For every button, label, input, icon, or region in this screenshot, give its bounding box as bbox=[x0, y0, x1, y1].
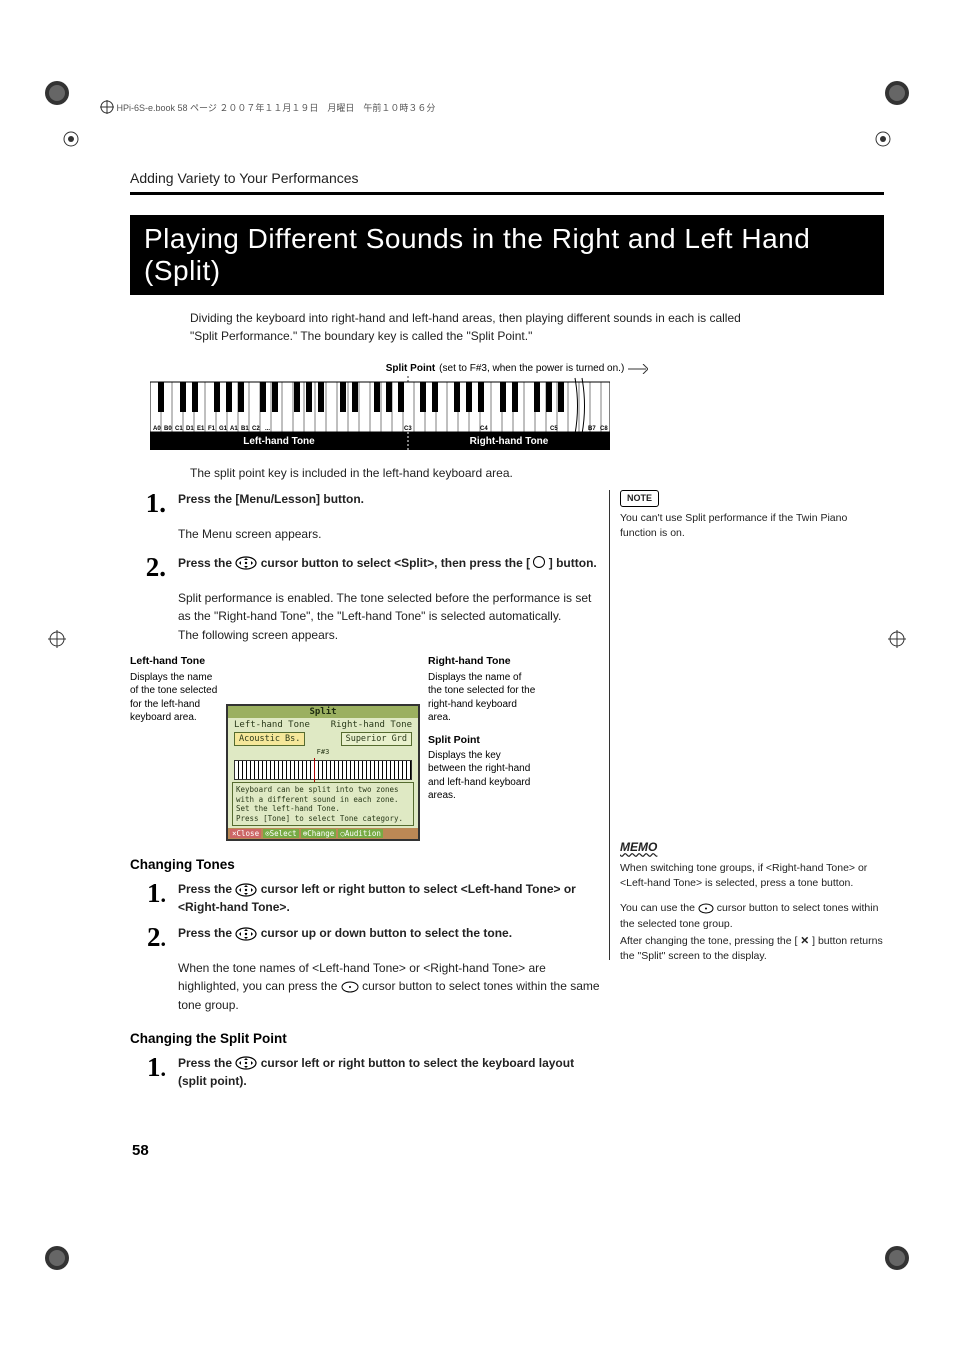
svg-text:C3: C3 bbox=[404, 426, 412, 432]
lcd-softkeys: ×Close ⊙Select ⊕Change ○Audition bbox=[228, 828, 418, 839]
svg-text:D1: D1 bbox=[186, 426, 194, 432]
lcd-split-point-value: F#3 bbox=[228, 748, 418, 756]
reg-mark-icon bbox=[62, 130, 80, 148]
step-number: 1. bbox=[130, 1054, 166, 1081]
step-2-sub: Split performance is enabled. The tone s… bbox=[178, 589, 600, 645]
page-number: 58 bbox=[132, 1142, 149, 1159]
annot-split-point-heading: Split Point bbox=[428, 733, 538, 747]
header-text: HPi-6S-e.book 58 ページ ２００７年１１月１９日 月曜日 午前１… bbox=[117, 103, 436, 113]
annot-left-heading: Left-hand Tone bbox=[130, 654, 218, 668]
svg-text:C4: C4 bbox=[480, 426, 488, 432]
svg-text:C1: C1 bbox=[175, 426, 183, 432]
right-zone-label: Right-hand Tone bbox=[470, 436, 549, 447]
annot-right-tone-text: Displays the name of the tone selected f… bbox=[428, 671, 538, 725]
x-button-icon: ✕ bbox=[800, 934, 809, 949]
changing-tones-step-2-sub: When the tone names of <Left-hand Tone> … bbox=[178, 959, 600, 1015]
crop-mark-icon bbox=[882, 78, 912, 108]
cursor-dpad-icon bbox=[235, 1056, 257, 1070]
annot-left-text: Displays the name of the tone selected f… bbox=[130, 671, 218, 725]
split-point-caption: Split Point (set to F#3, when the power … bbox=[150, 363, 884, 374]
note-block: NOTE You can't use Split performance if … bbox=[620, 490, 884, 541]
lcd-message: Keyboard can be split into two zones wit… bbox=[232, 782, 414, 826]
changing-split-step-1: 1. Press the cursor left or right button… bbox=[130, 1054, 600, 1090]
main-column: 1. Press the [Menu/Lesson] button. The M… bbox=[130, 490, 600, 1098]
memo-p3: After changing the tone, pressing the [ … bbox=[620, 934, 884, 964]
divider bbox=[130, 192, 884, 195]
note-label: NOTE bbox=[620, 490, 659, 507]
step-number: 2. bbox=[130, 924, 166, 951]
changing-tones-step-1: 1. Press the cursor left or right button… bbox=[130, 880, 600, 916]
cursor-dpad-icon bbox=[235, 883, 257, 897]
changing-tones-heading: Changing Tones bbox=[130, 857, 600, 872]
step-2-instruction: Press the cursor button to select <Split… bbox=[178, 554, 600, 572]
annot-left: Left-hand Tone Displays the name of the … bbox=[130, 654, 218, 841]
memo-label: MEMO bbox=[620, 839, 657, 856]
breadcrumb: Adding Variety to Your Performances bbox=[130, 170, 884, 186]
memo-block: MEMO When switching tone groups, if <Rig… bbox=[620, 839, 884, 964]
reg-mark-icon bbox=[888, 630, 906, 648]
changing-split-heading: Changing the Split Point bbox=[130, 1031, 600, 1046]
step-number: 2. bbox=[130, 554, 166, 581]
svg-text:E1: E1 bbox=[197, 426, 205, 432]
step-2: 2. Press the cursor button to select <Sp… bbox=[130, 554, 600, 581]
keyboard-diagram: Split Point (set to F#3, when the power … bbox=[150, 363, 884, 450]
svg-text:B1: B1 bbox=[241, 426, 249, 432]
lcd-annotated-figure: Left-hand Tone Displays the name of the … bbox=[130, 654, 600, 841]
svg-text:C2: C2 bbox=[252, 426, 260, 432]
step-number: 1. bbox=[130, 880, 166, 907]
side-column: NOTE You can't use Split performance if … bbox=[609, 490, 884, 960]
crop-mark-icon bbox=[882, 1243, 912, 1273]
svg-text:F1: F1 bbox=[208, 426, 216, 432]
cursor-dpad-icon bbox=[698, 903, 714, 914]
step-1: 1. Press the [Menu/Lesson] button. bbox=[130, 490, 600, 517]
pointer-icon bbox=[628, 364, 648, 374]
cursor-dpad-icon bbox=[235, 556, 257, 570]
lcd-title: Split bbox=[228, 706, 418, 718]
lcd-right-tone: Superior Grd bbox=[341, 732, 412, 746]
lcd-right-label: Right-hand Tone bbox=[331, 720, 412, 730]
svg-text:A0: A0 bbox=[153, 426, 161, 432]
svg-text:A1: A1 bbox=[230, 426, 238, 432]
page-title: Playing Different Sounds in the Right an… bbox=[130, 215, 884, 295]
step-number: 1. bbox=[130, 490, 166, 517]
keyboard-figure: A0B0 C1D1 E1F1 G1A1 B1C2 ... C3 C4 C5 B7… bbox=[150, 376, 610, 450]
svg-text:B0: B0 bbox=[164, 426, 172, 432]
crop-mark-icon bbox=[42, 1243, 72, 1273]
lcd-mini-keyboard-icon bbox=[234, 760, 412, 780]
svg-text:...: ... bbox=[265, 426, 270, 432]
print-header: HPi-6S-e.book 58 ページ ２００７年１１月１９日 月曜日 午前１… bbox=[100, 100, 854, 114]
memo-p2: You can use the cursor button to select … bbox=[620, 901, 884, 931]
step-1-instruction: Press the [Menu/Lesson] button. bbox=[178, 492, 364, 506]
memo-p1: When switching tone groups, if <Right-ha… bbox=[620, 861, 884, 891]
svg-text:B7: B7 bbox=[588, 426, 596, 432]
manual-page: HPi-6S-e.book 58 ページ ２００７年１１月１９日 月曜日 午前１… bbox=[0, 0, 954, 1351]
note-text: You can't use Split performance if the T… bbox=[620, 511, 884, 541]
annot-right: Right-hand Tone Displays the name of the… bbox=[428, 654, 538, 841]
reg-mark-icon bbox=[48, 630, 66, 648]
split-point-rest: (set to F#3, when the power is turned on… bbox=[439, 363, 624, 374]
svg-text:G1: G1 bbox=[219, 426, 228, 432]
cursor-dpad-icon bbox=[235, 927, 257, 941]
left-zone-label: Left-hand Tone bbox=[243, 436, 315, 447]
lcd-left-tone: Acoustic Bs. bbox=[234, 732, 305, 746]
cursor-dpad-icon bbox=[341, 981, 359, 993]
after-fig-text: The split point key is included in the l… bbox=[190, 466, 884, 480]
changing-tones-step-2: 2. Press the cursor up or down button to… bbox=[130, 924, 600, 951]
step-1-sub: The Menu screen appears. bbox=[178, 525, 600, 544]
annot-split-point-text: Displays the key between the right-hand … bbox=[428, 749, 538, 803]
annot-right-tone-heading: Right-hand Tone bbox=[428, 654, 538, 668]
split-point-bold: Split Point bbox=[386, 363, 435, 374]
lcd-screenshot: Split Left-hand Tone Right-hand Tone Aco… bbox=[226, 654, 420, 841]
lcd-left-label: Left-hand Tone bbox=[234, 720, 310, 730]
reg-mark-icon bbox=[874, 130, 892, 148]
intro-text: Dividing the keyboard into right-hand an… bbox=[190, 309, 754, 345]
circle-button-icon bbox=[533, 556, 545, 568]
crop-mark-icon bbox=[42, 78, 72, 108]
